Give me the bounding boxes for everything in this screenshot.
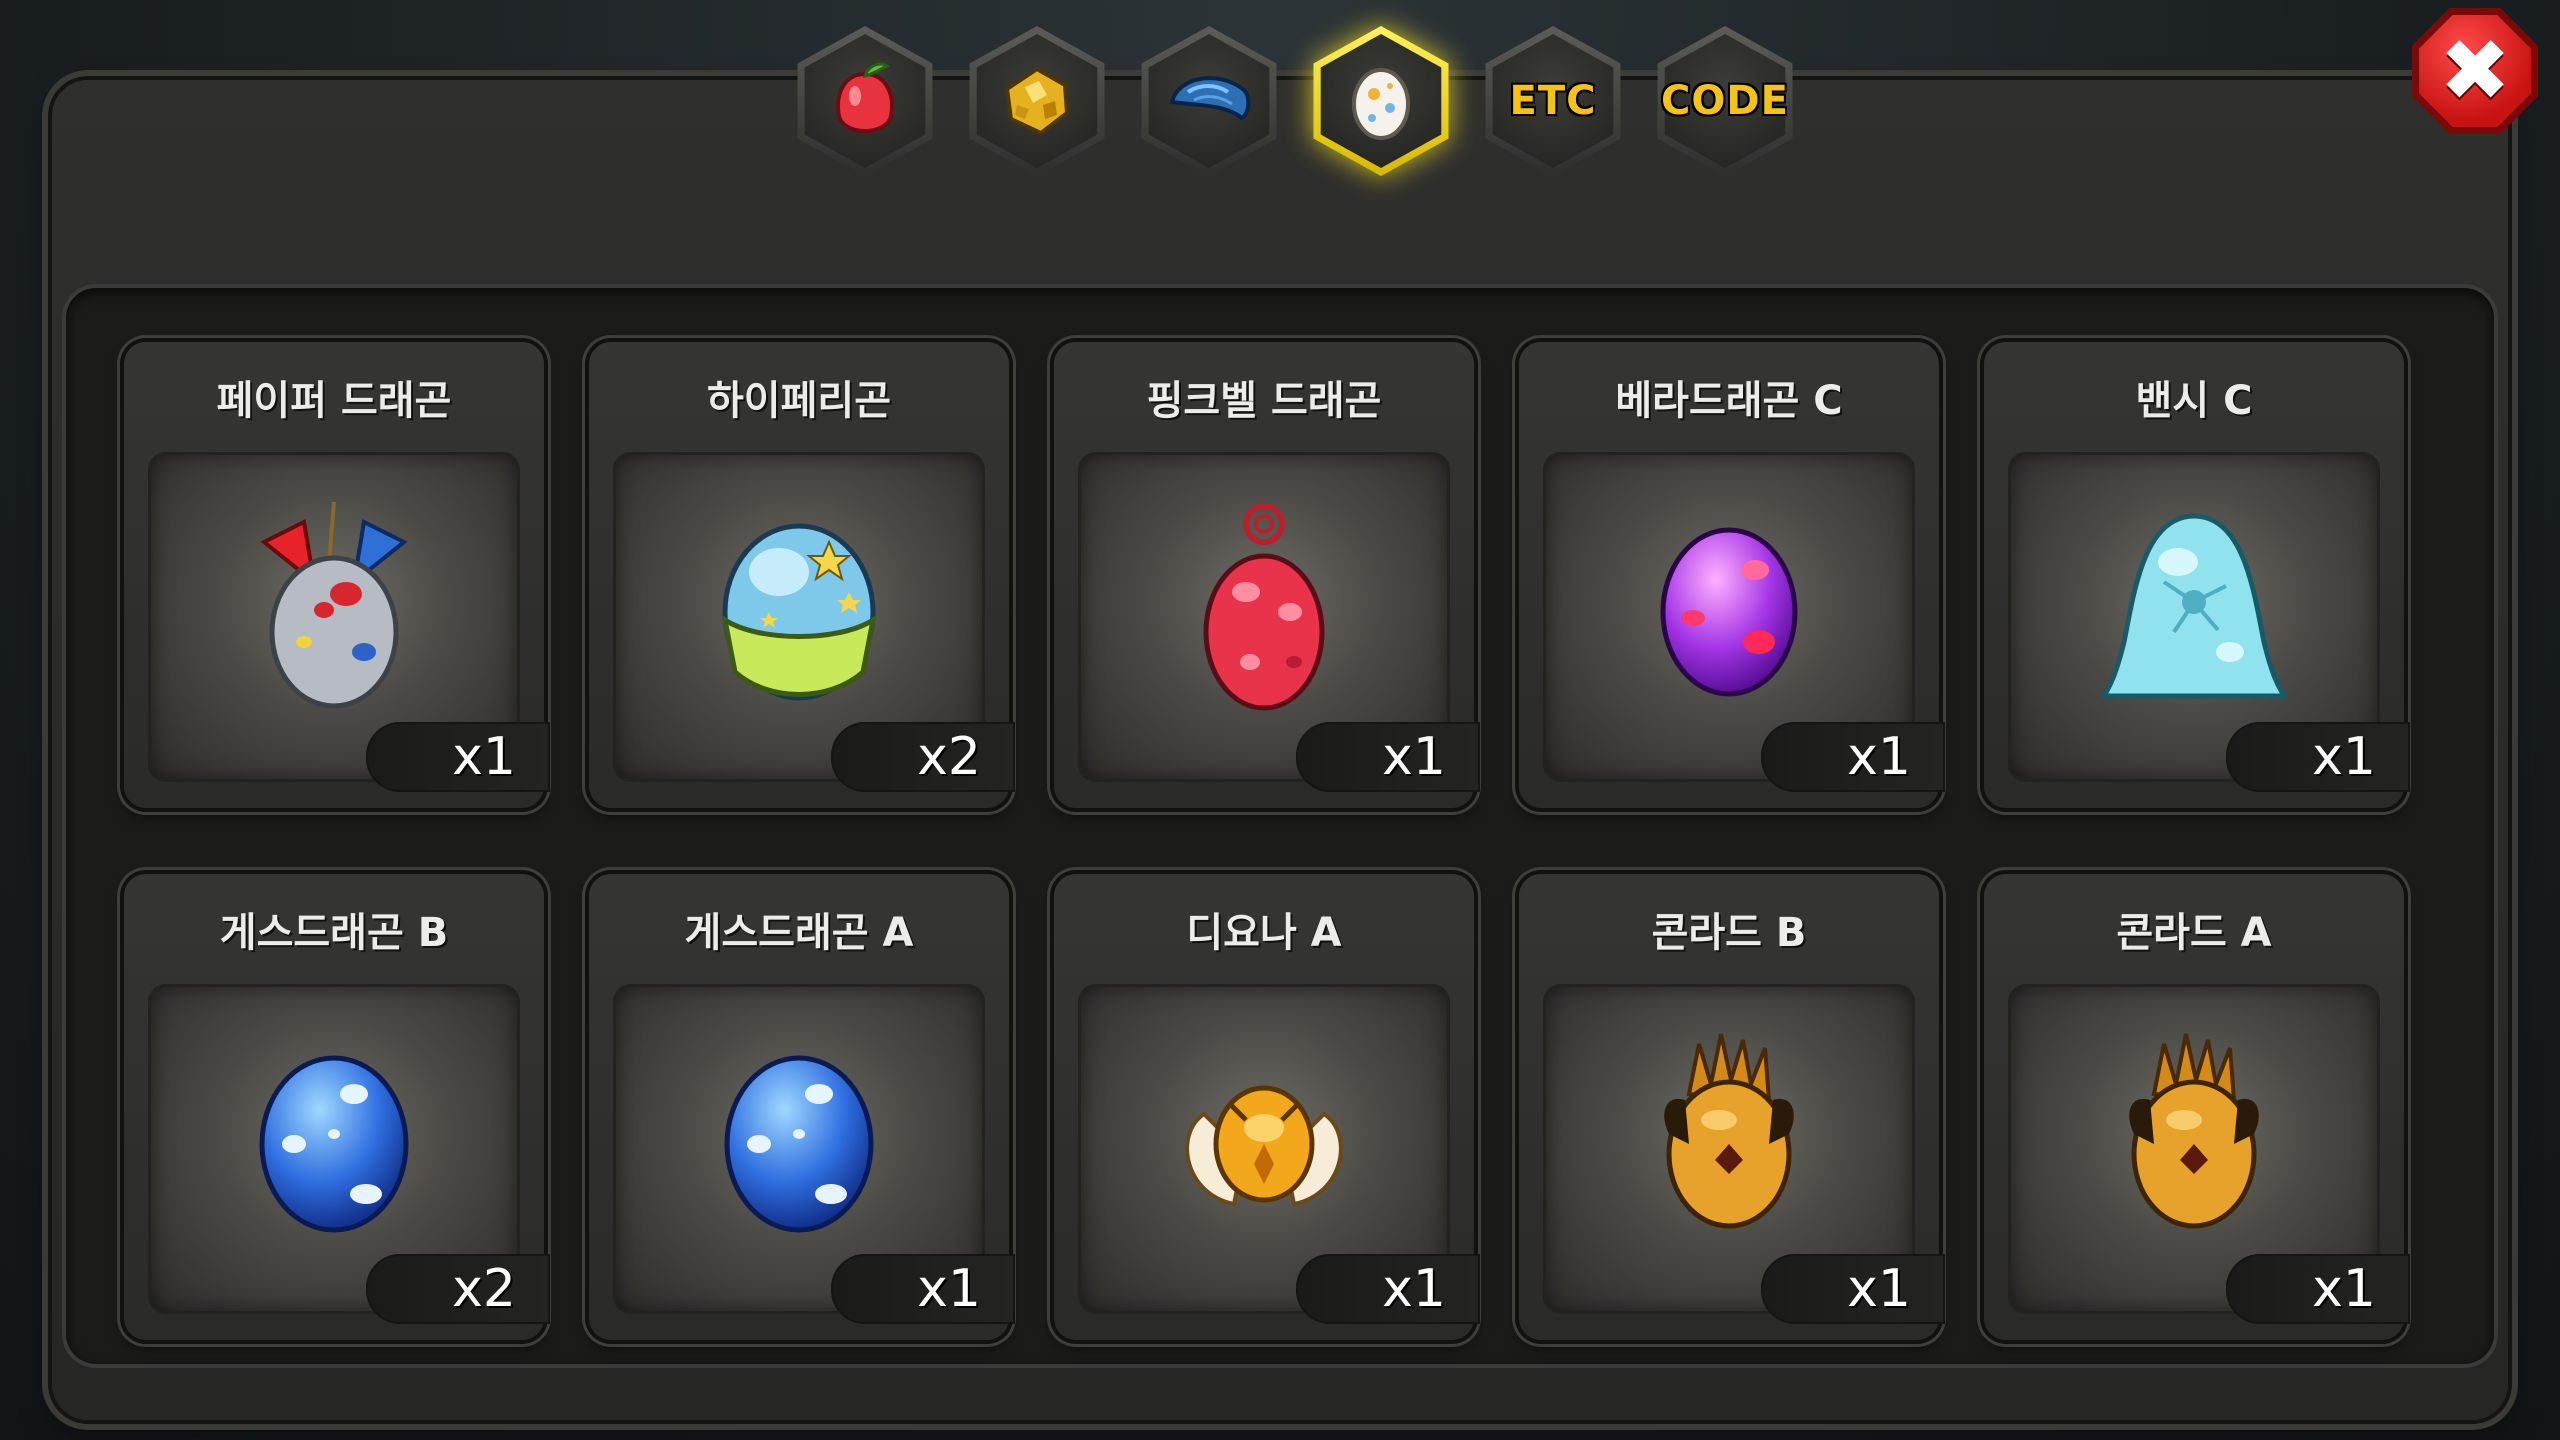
item-card[interactable]: 게스드래곤 B x2: [124, 874, 550, 1340]
item-name: 콘라드 A: [2116, 910, 2272, 956]
item-count: x1: [2226, 722, 2410, 792]
item-name: 페이퍼 드래곤: [216, 378, 452, 424]
tab-scale[interactable]: [1134, 26, 1284, 176]
tab-ore[interactable]: [962, 26, 1112, 176]
scale-icon: [1169, 76, 1251, 121]
diyona-egg-icon: [1185, 1085, 1343, 1207]
hyperigon-egg-icon: [721, 523, 877, 701]
item-card[interactable]: 밴시 C x1: [1984, 342, 2410, 808]
item-count: x1: [2226, 1254, 2410, 1324]
item-count: x2: [831, 722, 1015, 792]
close-icon: ✖: [2438, 21, 2512, 121]
item-grid: 페이퍼 드래곤 x1 하이페리곤 x2 핑크벨 드래곤 x1 베라드래곤 C x…: [124, 342, 2410, 1340]
paper-dragon-egg-icon: [260, 501, 408, 709]
conrad-egg-icon: [2129, 1033, 2259, 1229]
tab-code[interactable]: CODE: [1650, 26, 1800, 176]
close-button[interactable]: ✖: [2412, 8, 2538, 134]
item-count: x1: [831, 1254, 1015, 1324]
conrad-egg-icon: [1664, 1033, 1794, 1229]
guess-dragon-egg-icon: [259, 1055, 409, 1233]
ore-icon: [1004, 66, 1070, 136]
item-card[interactable]: 콘라드 B x1: [1519, 874, 1945, 1340]
item-name: 게스드래곤 B: [219, 910, 449, 956]
item-name: 밴시 C: [2135, 378, 2253, 424]
item-count: x1: [1761, 1254, 1945, 1324]
item-card[interactable]: 게스드래곤 A x1: [589, 874, 1015, 1340]
item-name: 핑크벨 드래곤: [1146, 378, 1382, 424]
vera-dragon-egg-icon: [1660, 527, 1798, 697]
tab-egg[interactable]: [1306, 26, 1456, 176]
item-card[interactable]: 디요나 A x1: [1054, 874, 1480, 1340]
item-name: 베라드래곤 C: [1615, 378, 1843, 424]
item-name: 게스드래곤 A: [684, 910, 914, 956]
item-card[interactable]: 콘라드 A x1: [1984, 874, 2410, 1340]
item-count: x1: [1296, 722, 1480, 792]
category-tabs: ETC CODE: [790, 26, 1800, 176]
item-card[interactable]: 하이페리곤 x2: [589, 342, 1015, 808]
item-name: 콘라드 B: [1651, 910, 1807, 956]
egg-icon: [1352, 68, 1410, 140]
tab-fruit[interactable]: [790, 26, 940, 176]
item-count: x1: [366, 722, 550, 792]
item-count: x2: [366, 1254, 550, 1324]
tab-etc-label: ETC: [1509, 78, 1597, 124]
item-card[interactable]: 베라드래곤 C x1: [1519, 342, 1945, 808]
tab-etc[interactable]: ETC: [1478, 26, 1628, 176]
guess-dragon-egg-icon: [724, 1055, 874, 1233]
fruit-icon: [836, 62, 894, 133]
pinkbell-dragon-egg-icon: [1203, 503, 1325, 711]
banshee-egg-icon: [2099, 513, 2289, 699]
item-count: x1: [1296, 1254, 1480, 1324]
item-name: 하이페리곤: [707, 378, 891, 424]
item-card[interactable]: 페이퍼 드래곤 x1: [124, 342, 550, 808]
tab-code-label: CODE: [1661, 78, 1789, 124]
item-name: 디요나 A: [1186, 910, 1342, 956]
item-count: x1: [1761, 722, 1945, 792]
item-card[interactable]: 핑크벨 드래곤 x1: [1054, 342, 1480, 808]
